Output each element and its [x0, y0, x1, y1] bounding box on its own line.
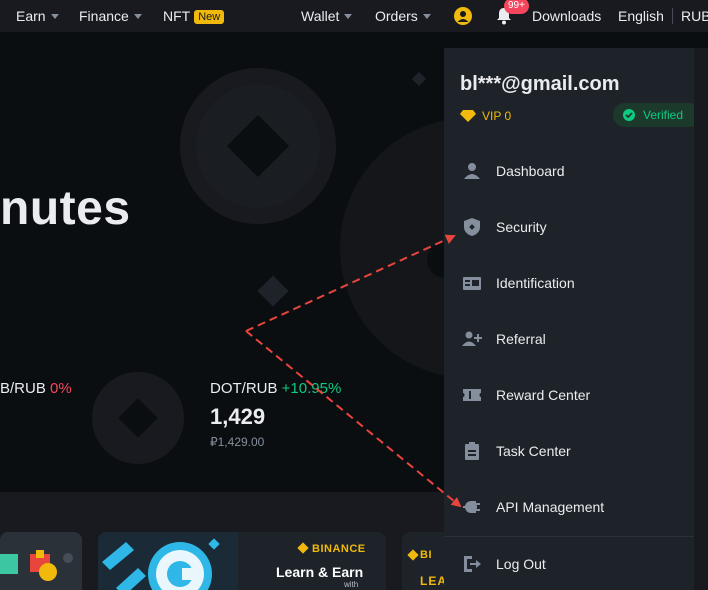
plug-icon [463, 501, 480, 513]
clipboard-icon [465, 442, 479, 460]
menu-item-label: Task Center [496, 443, 571, 459]
vip-level: VIP 0 [460, 109, 511, 123]
verified-badge: Verified [613, 103, 701, 127]
menu-item-referral[interactable]: Referral [444, 311, 694, 367]
menu-item-label: Identification [496, 275, 575, 291]
new-badge: New [194, 10, 225, 24]
nav-earn-label: Earn [16, 8, 46, 24]
nav-finance-label: Finance [79, 8, 129, 24]
menu-item-api-management[interactable]: API Management [444, 479, 694, 535]
nav-language[interactable]: English [618, 8, 664, 24]
menu-item-label: API Management [496, 499, 605, 515]
ticker-2-price: 1,429 [210, 404, 266, 429]
diamond-icon [460, 110, 476, 122]
account-dropdown-menu: bl***@gmail.com VIP 0 Verified Dashboard… [444, 48, 708, 590]
binance-logo-text: BINANCE [312, 543, 366, 555]
promo-illustration-icon [0, 550, 73, 581]
verified-label: Verified [643, 108, 684, 122]
nav-nft[interactable]: NFT New [163, 8, 225, 24]
nav-currency[interactable]: RUB [672, 8, 708, 24]
menu-item-label: Dashboard [496, 163, 565, 179]
promo-card-learn-earn[interactable]: BINANCE Learn & Earn with [98, 532, 386, 590]
menu-item-security[interactable]: Security [444, 199, 694, 255]
promo-subtext: with [344, 580, 359, 589]
person-icon [464, 163, 480, 179]
menu-item-dashboard[interactable]: Dashboard [444, 143, 694, 199]
ticker-2-change: +10.95% [281, 380, 342, 397]
hero-title: nutes [0, 182, 131, 235]
vip-level-label: VIP 0 [482, 109, 512, 123]
menu-item-task-center[interactable]: Task Center [444, 423, 694, 479]
nav-wallet[interactable]: Wallet [301, 8, 353, 24]
ticker-2-fiat-price: ₽1,429.00 [210, 435, 265, 449]
ticker-1[interactable]: B/RUB 0% [0, 380, 72, 397]
shield-icon [464, 218, 480, 236]
menu-item-reward-center[interactable]: Reward Center [444, 367, 694, 423]
nav-earn[interactable]: Earn [16, 8, 59, 24]
menu-item-identification[interactable]: Identification [444, 255, 694, 311]
notification-count-badge: 99+ [504, 0, 529, 14]
promo-headline: Learn & Earn [276, 564, 364, 580]
ticker-1-pair: B/RUB [0, 380, 46, 397]
promo-headline-partial: LEA [420, 574, 447, 588]
nav-downloads[interactable]: Downloads [532, 8, 601, 24]
account-email: bl***@gmail.com [460, 73, 620, 95]
ticket-icon [463, 389, 481, 401]
nav-nft-label: NFT [163, 8, 191, 24]
ticker-2-pair: DOT/RUB [210, 380, 278, 397]
menu-item-label: Security [496, 219, 547, 235]
nav-orders[interactable]: Orders [375, 8, 431, 24]
promo-card-1[interactable] [0, 532, 82, 590]
user-account-icon[interactable] [454, 7, 472, 25]
check-circle-icon [623, 109, 635, 121]
chevron-down-icon [422, 14, 431, 19]
binance-diamond-icon [407, 549, 419, 561]
add-user-icon [462, 331, 482, 346]
nav-finance[interactable]: Finance [79, 8, 142, 24]
menu-item-label: Reward Center [496, 387, 591, 403]
binance-logo-text-partial: BI [420, 549, 432, 561]
chevron-down-icon [344, 14, 353, 19]
logout-icon [464, 556, 481, 572]
ticker-1-change: 0% [50, 380, 72, 397]
menu-item-label: Referral [496, 331, 546, 347]
promo-graphic-icon [98, 532, 309, 590]
chevron-down-icon [133, 14, 142, 19]
id-card-icon [463, 277, 481, 290]
chevron-down-icon [50, 14, 59, 19]
nav-orders-label: Orders [375, 8, 418, 24]
top-navigation-bar: Earn Finance NFT New Wallet Orders 99+ Do… [0, 0, 708, 32]
menu-item-label: Log Out [496, 556, 546, 572]
nav-wallet-label: Wallet [301, 8, 340, 24]
menu-item-log-out[interactable]: Log Out [444, 536, 694, 590]
ticker-2[interactable]: DOT/RUB +10.95% [210, 380, 341, 397]
